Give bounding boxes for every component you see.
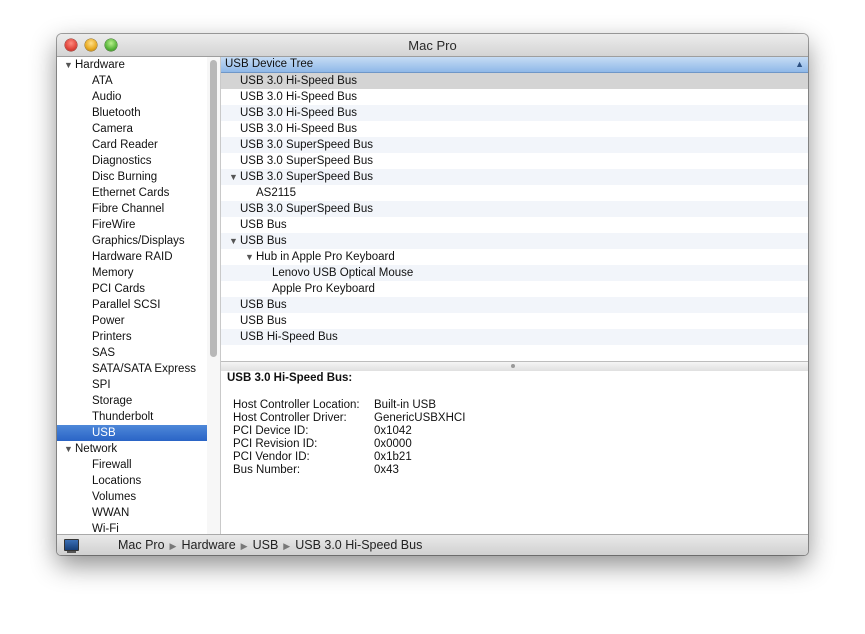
tree-row[interactable]: Lenovo USB Optical Mouse <box>221 265 808 281</box>
breadcrumb-item[interactable]: USB 3.0 Hi-Speed Bus <box>295 538 422 552</box>
tree-row[interactable]: USB 3.0 SuperSpeed Bus <box>221 153 808 169</box>
minimize-window-button[interactable] <box>85 39 97 51</box>
detail-pane: USB 3.0 Hi-Speed Bus: Host Controller Lo… <box>221 371 808 534</box>
sidebar-item-hardware-raid[interactable]: Hardware RAID <box>57 249 220 265</box>
tree-row[interactable]: USB Bus <box>221 313 808 329</box>
tree-row[interactable]: Apple Pro Keyboard <box>221 281 808 297</box>
breadcrumb-item[interactable]: USB <box>253 538 279 552</box>
contents-sidebar: ▼ Hardware ATA Audio Bluetooth Camera Car… <box>57 57 221 534</box>
tree-row[interactable]: USB Bus <box>221 217 808 233</box>
sidebar-item-thunderbolt[interactable]: Thunderbolt <box>57 409 220 425</box>
disclosure-triangle-icon[interactable]: ▼ <box>229 169 240 185</box>
title-bar[interactable]: Mac Pro <box>57 34 808 57</box>
sidebar-section-network[interactable]: ▼ Network <box>57 441 220 457</box>
sidebar-item-locations[interactable]: Locations <box>57 473 220 489</box>
path-bar: Mac Pro ▶ Hardware ▶ USB ▶ USB 3.0 Hi-Speed Bu… <box>57 534 808 555</box>
sidebar-item-diagnostics[interactable]: Diagnostics <box>57 153 220 169</box>
tree-column-header[interactable]: USB Device Tree ▲ <box>221 57 808 73</box>
splitter-grip-icon[interactable] <box>511 364 515 368</box>
sidebar-item-wi-fi[interactable]: Wi-Fi <box>57 521 220 534</box>
sidebar-item-audio[interactable]: Audio <box>57 89 220 105</box>
window-title: Mac Pro <box>408 38 457 53</box>
sidebar-item-firewire[interactable]: FireWire <box>57 217 220 233</box>
sidebar-item-sas[interactable]: SAS <box>57 345 220 361</box>
detail-field: Host Controller Location: Built-in USB <box>233 399 436 411</box>
tree-row[interactable]: ▼ USB 3.0 SuperSpeed Bus <box>221 169 808 185</box>
usb-device-tree: USB Device Tree ▲ USB 3.0 Hi-Speed Bus U… <box>221 57 808 361</box>
sidebar-item-volumes[interactable]: Volumes <box>57 489 220 505</box>
sort-ascending-icon[interactable]: ▲ <box>795 57 804 72</box>
tree-row[interactable]: USB 3.0 Hi-Speed Bus <box>221 73 808 89</box>
breadcrumb: Mac Pro ▶ Hardware ▶ USB ▶ USB 3.0 Hi-Speed Bu… <box>118 535 422 555</box>
computer-icon <box>64 539 79 551</box>
disclosure-triangle-icon[interactable]: ▼ <box>64 57 75 73</box>
tree-row[interactable]: USB Bus <box>221 297 808 313</box>
chevron-right-icon: ▶ <box>240 541 248 551</box>
sidebar-item-card-reader[interactable]: Card Reader <box>57 137 220 153</box>
sidebar-item-bluetooth[interactable]: Bluetooth <box>57 105 220 121</box>
sidebar-item-spi[interactable]: SPI <box>57 377 220 393</box>
sidebar-item-pci-cards[interactable]: PCI Cards <box>57 281 220 297</box>
detail-field: PCI Vendor ID: 0x1b21 <box>233 451 412 463</box>
tree-row[interactable]: ▼ USB Bus <box>221 233 808 249</box>
close-window-button[interactable] <box>65 39 77 51</box>
detail-title: USB 3.0 Hi-Speed Bus: <box>227 372 353 384</box>
sidebar-item-disc-burning[interactable]: Disc Burning <box>57 169 220 185</box>
tree-row[interactable]: USB 3.0 Hi-Speed Bus <box>221 89 808 105</box>
sidebar-item-usb[interactable]: USB <box>57 425 220 441</box>
breadcrumb-item[interactable]: Mac Pro <box>118 538 165 552</box>
system-information-window: Mac Pro ▼ Hardware ATA Audio Bluetooth Ca… <box>57 34 808 555</box>
disclosure-triangle-icon[interactable]: ▼ <box>64 441 75 457</box>
tree-row[interactable]: USB 3.0 Hi-Speed Bus <box>221 105 808 121</box>
sidebar-item-graphics-displays[interactable]: Graphics/Displays <box>57 233 220 249</box>
tree-row[interactable]: USB 3.0 SuperSpeed Bus <box>221 137 808 153</box>
sidebar-item-camera[interactable]: Camera <box>57 121 220 137</box>
sidebar-item-ethernet-cards[interactable]: Ethernet Cards <box>57 185 220 201</box>
sidebar-item-printers[interactable]: Printers <box>57 329 220 345</box>
sidebar-item-power[interactable]: Power <box>57 313 220 329</box>
tree-row[interactable]: USB Hi-Speed Bus <box>221 329 808 345</box>
sidebar-item-parallel-scsi[interactable]: Parallel SCSI <box>57 297 220 313</box>
chevron-right-icon: ▶ <box>283 541 291 551</box>
sidebar-item-storage[interactable]: Storage <box>57 393 220 409</box>
sidebar-section-hardware[interactable]: ▼ Hardware <box>57 57 220 73</box>
computer-stand-icon <box>67 551 76 553</box>
detail-field: PCI Revision ID: 0x0000 <box>233 438 412 450</box>
detail-field: Host Controller Driver: GenericUSBXHCI <box>233 412 466 424</box>
sidebar-item-wwan[interactable]: WWAN <box>57 505 220 521</box>
detail-field: PCI Device ID: 0x1042 <box>233 425 412 437</box>
breadcrumb-item[interactable]: Hardware <box>181 538 235 552</box>
sidebar-item-fibre-channel[interactable]: Fibre Channel <box>57 201 220 217</box>
sidebar-item-firewall[interactable]: Firewall <box>57 457 220 473</box>
chevron-right-icon: ▶ <box>169 541 177 551</box>
sidebar-item-ata[interactable]: ATA <box>57 73 220 89</box>
sidebar-scrollbar[interactable] <box>207 57 220 534</box>
disclosure-triangle-icon[interactable]: ▼ <box>229 233 240 249</box>
sidebar-scroll-thumb[interactable] <box>210 60 217 357</box>
tree-row[interactable]: USB 3.0 Hi-Speed Bus <box>221 121 808 137</box>
disclosure-triangle-icon[interactable]: ▼ <box>245 249 256 265</box>
sidebar-item-memory[interactable]: Memory <box>57 265 220 281</box>
sidebar-item-sata[interactable]: SATA/SATA Express <box>57 361 220 377</box>
zoom-window-button[interactable] <box>105 39 117 51</box>
tree-row[interactable]: ▼ Hub in Apple Pro Keyboard <box>221 249 808 265</box>
detail-field: Bus Number: 0x43 <box>233 464 399 476</box>
tree-row[interactable]: AS2115 <box>221 185 808 201</box>
tree-row[interactable]: USB 3.0 SuperSpeed Bus <box>221 201 808 217</box>
